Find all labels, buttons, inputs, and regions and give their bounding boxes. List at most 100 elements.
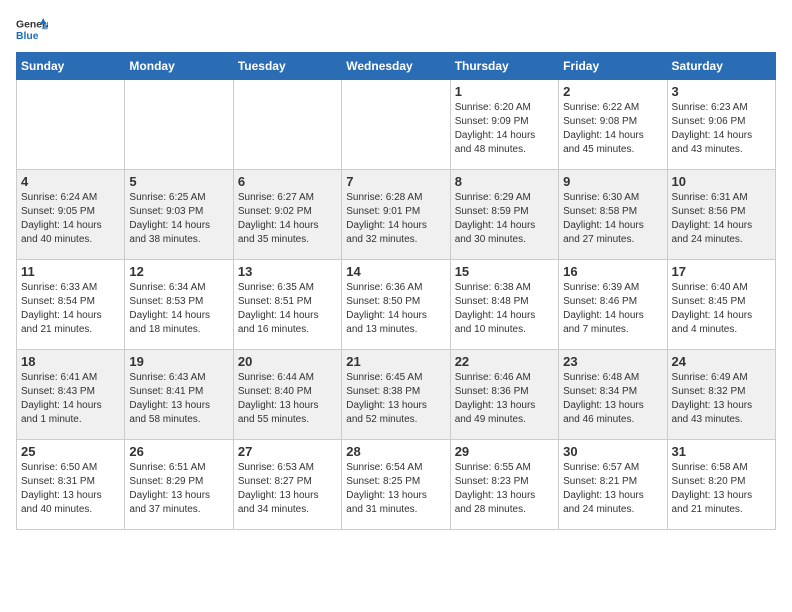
day-info: Sunrise: 6:29 AM Sunset: 8:59 PM Dayligh… — [455, 191, 554, 247]
weekday-header-monday: Monday — [125, 53, 233, 80]
day-info: Sunrise: 6:24 AM Sunset: 9:05 PM Dayligh… — [21, 191, 120, 247]
calendar-cell: 25 Sunrise: 6:50 AM Sunset: 8:31 PM Dayli… — [17, 440, 125, 530]
calendar-cell: 12Sunrise: 6:34 AM Sunset: 8:53 PM Dayli… — [125, 260, 233, 350]
day-number: 3 — [672, 84, 771, 99]
calendar-cell: 15 Sunrise: 6:38 AM Sunset: 8:48 PM Dayli… — [450, 260, 558, 350]
calendar-cell: 30 Sunrise: 6:57 AM Sunset: 8:21 PM Dayli… — [559, 440, 667, 530]
day-number: 30 — [563, 444, 662, 459]
calendar-cell: 17 Sunrise: 6:40 AM Sunset: 8:45 PM Dayli… — [667, 260, 775, 350]
day-number: 20 — [238, 354, 337, 369]
calendar-cell — [233, 80, 341, 170]
weekday-header-sunday: Sunday — [17, 53, 125, 80]
calendar-cell: 22Sunrise: 6:46 AM Sunset: 8:36 PM Dayli… — [450, 350, 558, 440]
calendar-cell: 18Sunrise: 6:41 AM Sunset: 8:43 PM Dayli… — [17, 350, 125, 440]
calendar-cell: 10 Sunrise: 6:31 AM Sunset: 8:56 PM Dayli… — [667, 170, 775, 260]
day-info: Sunrise: 6:39 AM Sunset: 8:46 PM Dayligh… — [563, 281, 662, 337]
calendar-week-2: 4 Sunrise: 6:24 AM Sunset: 9:05 PM Daylig… — [17, 170, 776, 260]
day-info: Sunrise: 6:38 AM Sunset: 8:48 PM Dayligh… — [455, 281, 554, 337]
calendar-cell: 7 Sunrise: 6:28 AM Sunset: 9:01 PM Daylig… — [342, 170, 450, 260]
day-number: 10 — [672, 174, 771, 189]
day-info: Sunrise: 6:28 AM Sunset: 9:01 PM Dayligh… — [346, 191, 445, 247]
day-number: 12 — [129, 264, 228, 279]
day-number: 21 — [346, 354, 445, 369]
day-info: Sunrise: 6:22 AM Sunset: 9:08 PM Dayligh… — [563, 101, 662, 157]
day-info: Sunrise: 6:30 AM Sunset: 8:58 PM Dayligh… — [563, 191, 662, 247]
calendar-cell — [17, 80, 125, 170]
calendar-cell: 6 Sunrise: 6:27 AM Sunset: 9:02 PM Daylig… — [233, 170, 341, 260]
weekday-header-friday: Friday — [559, 53, 667, 80]
day-info: Sunrise: 6:41 AM Sunset: 8:43 PM Dayligh… — [21, 371, 120, 427]
day-info: Sunrise: 6:27 AM Sunset: 9:02 PM Dayligh… — [238, 191, 337, 247]
calendar-cell: 3 Sunrise: 6:23 AM Sunset: 9:06 PM Daylig… — [667, 80, 775, 170]
day-number: 4 — [21, 174, 120, 189]
day-number: 23 — [563, 354, 662, 369]
day-number: 19 — [129, 354, 228, 369]
calendar-cell: 4 Sunrise: 6:24 AM Sunset: 9:05 PM Daylig… — [17, 170, 125, 260]
calendar-cell: 24Sunrise: 6:49 AM Sunset: 8:32 PM Dayli… — [667, 350, 775, 440]
day-number: 2 — [563, 84, 662, 99]
day-number: 13 — [238, 264, 337, 279]
weekday-header-tuesday: Tuesday — [233, 53, 341, 80]
day-number: 7 — [346, 174, 445, 189]
calendar-cell: 31Sunrise: 6:58 AM Sunset: 8:20 PM Dayli… — [667, 440, 775, 530]
calendar-cell: 26Sunrise: 6:51 AM Sunset: 8:29 PM Dayli… — [125, 440, 233, 530]
day-number: 16 — [563, 264, 662, 279]
logo: General Blue — [16, 16, 48, 44]
calendar-cell — [125, 80, 233, 170]
day-number: 25 — [21, 444, 120, 459]
day-number: 17 — [672, 264, 771, 279]
day-info: Sunrise: 6:33 AM Sunset: 8:54 PM Dayligh… — [21, 281, 120, 337]
day-number: 15 — [455, 264, 554, 279]
calendar-cell: 21 Sunrise: 6:45 AM Sunset: 8:38 PM Dayli… — [342, 350, 450, 440]
day-info: Sunrise: 6:55 AM Sunset: 8:23 PM Dayligh… — [455, 461, 554, 517]
calendar-cell: 20 Sunrise: 6:44 AM Sunset: 8:40 PM Dayli… — [233, 350, 341, 440]
calendar-cell: 16 Sunrise: 6:39 AM Sunset: 8:46 PM Dayli… — [559, 260, 667, 350]
day-number: 29 — [455, 444, 554, 459]
day-info: Sunrise: 6:35 AM Sunset: 8:51 PM Dayligh… — [238, 281, 337, 337]
day-number: 1 — [455, 84, 554, 99]
day-number: 9 — [563, 174, 662, 189]
svg-text:Blue: Blue — [16, 31, 39, 42]
calendar-cell: 13 Sunrise: 6:35 AM Sunset: 8:51 PM Dayli… — [233, 260, 341, 350]
logo-icon: General Blue — [16, 16, 48, 44]
day-info: Sunrise: 6:23 AM Sunset: 9:06 PM Dayligh… — [672, 101, 771, 157]
day-info: Sunrise: 6:25 AM Sunset: 9:03 PM Dayligh… — [129, 191, 228, 247]
day-number: 11 — [21, 264, 120, 279]
weekday-header-thursday: Thursday — [450, 53, 558, 80]
calendar-cell: 19 Sunrise: 6:43 AM Sunset: 8:41 PM Dayli… — [125, 350, 233, 440]
day-number: 28 — [346, 444, 445, 459]
calendar-cell: 2 Sunrise: 6:22 AM Sunset: 9:08 PM Daylig… — [559, 80, 667, 170]
calendar-cell: 9 Sunrise: 6:30 AM Sunset: 8:58 PM Daylig… — [559, 170, 667, 260]
calendar-cell — [342, 80, 450, 170]
day-number: 6 — [238, 174, 337, 189]
calendar-table: SundayMondayTuesdayWednesdayThursdayFrid… — [16, 52, 776, 530]
day-info: Sunrise: 6:20 AM Sunset: 9:09 PM Dayligh… — [455, 101, 554, 157]
calendar-cell: 14 Sunrise: 6:36 AM Sunset: 8:50 PM Dayli… — [342, 260, 450, 350]
day-info: Sunrise: 6:57 AM Sunset: 8:21 PM Dayligh… — [563, 461, 662, 517]
day-number: 5 — [129, 174, 228, 189]
weekday-header-saturday: Saturday — [667, 53, 775, 80]
calendar-week-3: 11 Sunrise: 6:33 AM Sunset: 8:54 PM Dayli… — [17, 260, 776, 350]
day-info: Sunrise: 6:44 AM Sunset: 8:40 PM Dayligh… — [238, 371, 337, 427]
day-number: 27 — [238, 444, 337, 459]
day-info: Sunrise: 6:31 AM Sunset: 8:56 PM Dayligh… — [672, 191, 771, 247]
day-info: Sunrise: 6:40 AM Sunset: 8:45 PM Dayligh… — [672, 281, 771, 337]
day-info: Sunrise: 6:43 AM Sunset: 8:41 PM Dayligh… — [129, 371, 228, 427]
day-info: Sunrise: 6:48 AM Sunset: 8:34 PM Dayligh… — [563, 371, 662, 427]
day-info: Sunrise: 6:45 AM Sunset: 8:38 PM Dayligh… — [346, 371, 445, 427]
day-info: Sunrise: 6:49 AM Sunset: 8:32 PM Dayligh… — [672, 371, 771, 427]
day-info: Sunrise: 6:51 AM Sunset: 8:29 PM Dayligh… — [129, 461, 228, 517]
day-number: 14 — [346, 264, 445, 279]
calendar-cell: 5 Sunrise: 6:25 AM Sunset: 9:03 PM Daylig… — [125, 170, 233, 260]
day-info: Sunrise: 6:36 AM Sunset: 8:50 PM Dayligh… — [346, 281, 445, 337]
day-info: Sunrise: 6:50 AM Sunset: 8:31 PM Dayligh… — [21, 461, 120, 517]
header: General Blue — [16, 16, 776, 44]
calendar-cell: 27Sunrise: 6:53 AM Sunset: 8:27 PM Dayli… — [233, 440, 341, 530]
day-info: Sunrise: 6:54 AM Sunset: 8:25 PM Dayligh… — [346, 461, 445, 517]
day-number: 31 — [672, 444, 771, 459]
calendar-header: SundayMondayTuesdayWednesdayThursdayFrid… — [17, 53, 776, 80]
calendar-week-5: 25 Sunrise: 6:50 AM Sunset: 8:31 PM Dayli… — [17, 440, 776, 530]
calendar-week-1: 1 Sunrise: 6:20 AM Sunset: 9:09 PM Daylig… — [17, 80, 776, 170]
calendar-week-4: 18Sunrise: 6:41 AM Sunset: 8:43 PM Dayli… — [17, 350, 776, 440]
calendar-cell: 28 Sunrise: 6:54 AM Sunset: 8:25 PM Dayli… — [342, 440, 450, 530]
